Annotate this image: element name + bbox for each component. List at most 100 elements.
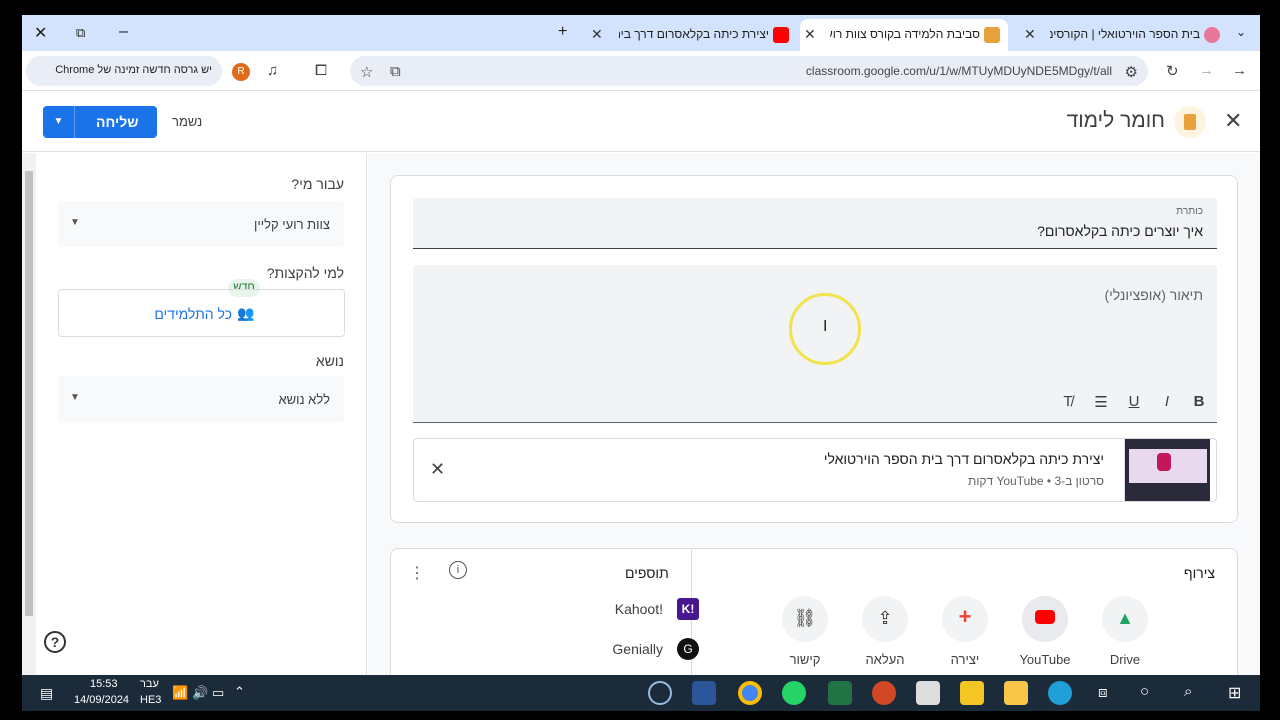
attach-button-label: Drive [1109, 652, 1141, 667]
edge-icon[interactable] [1048, 681, 1072, 705]
reload-icon[interactable]: ↻ [1166, 62, 1179, 80]
address-bar[interactable]: ☆ ⧉ classroom.google.com/u/1/w/MTUyMDUyN… [350, 56, 1148, 86]
cortana-icon[interactable] [648, 681, 672, 705]
underline-icon[interactable]: U [1124, 393, 1144, 410]
update-chrome-button[interactable]: יש גרסה חדשה זמינה של Chrome [26, 56, 222, 86]
addon-name: Genially [612, 641, 663, 657]
saved-status: נשמר [172, 114, 203, 129]
keyboard-layout[interactable]: HE3 [140, 694, 161, 706]
battery-icon[interactable]: ▭ [212, 685, 224, 701]
topic-select-value: ללא נושא [278, 392, 330, 407]
bookmark-star-icon[interactable]: ☆ [360, 63, 373, 81]
help-icon[interactable]: ? [44, 631, 66, 653]
word-icon[interactable] [692, 681, 716, 705]
plus-icon: + [942, 596, 988, 642]
start-icon[interactable]: ⊞ [1228, 683, 1241, 703]
title-field-label: כותרת [1176, 206, 1203, 217]
tab-search-icon[interactable]: ⌄ [1236, 25, 1246, 39]
all-students-button[interactable]: 👥 כל התלמידים [58, 289, 345, 337]
topic-label: נושא [315, 353, 344, 369]
install-app-icon[interactable]: ⧉ [390, 63, 401, 80]
main-content: כותרת איך יוצרים כיתה בקלאסרום? תיאור (א… [368, 153, 1260, 675]
more-vert-icon[interactable]: ⋮ [409, 563, 425, 583]
file-explorer-icon[interactable] [1004, 681, 1028, 705]
people-icon: 👥 [237, 305, 255, 321]
cursor-highlight: I [789, 293, 861, 365]
tab-virtual-school[interactable]: בית הספר הוירטואלי | הקורסים ✕ [1020, 19, 1228, 51]
info-icon[interactable]: i [449, 561, 467, 579]
bulleted-list-icon[interactable]: ☰ [1091, 393, 1111, 411]
powerpoint-icon[interactable] [872, 681, 896, 705]
task-view-icon[interactable]: ⧈ [1098, 684, 1108, 701]
tab-title: סביבת הלמידה בקורס צוות רועי [830, 27, 980, 41]
clock-date[interactable]: 14/09/2024 [74, 694, 129, 706]
clock-time[interactable]: 15:53 [90, 678, 118, 690]
network-icon[interactable]: 📶 [172, 685, 188, 701]
bold-icon[interactable]: B [1189, 393, 1209, 410]
tab-classroom[interactable]: סביבת הלמידה בקורס צוות רועי ✕ [800, 19, 1008, 51]
page-title: חומר לימוד [1066, 109, 1165, 132]
site-settings-icon[interactable]: ⚙ [1125, 63, 1138, 81]
new-tab-button[interactable]: + [558, 23, 567, 41]
profile-avatar[interactable]: R [232, 63, 250, 81]
os-taskbar: ▤ 15:53 14/09/2024 עבר HE3 📶 🔊 ▭ ⌃ ⧈ ○ ⌕… [22, 675, 1260, 711]
browser-window: ✕ ⧉ – + יצירת כיתה בקלאסרום דרך בית ✕ סב… [22, 15, 1260, 675]
update-text: יש גרסה חדשה זמינה של Chrome [55, 64, 212, 76]
whatsapp-icon[interactable] [782, 681, 806, 705]
assign-label: למי להקצות? [266, 265, 344, 281]
app-header: ▼ שליחה נשמר חומר לימוד ✕ [22, 92, 1260, 152]
excel-icon[interactable] [828, 681, 852, 705]
attach-create-button[interactable]: + יצירה [935, 596, 995, 667]
attach-button-label: קישור [789, 652, 821, 667]
clear-formatting-icon[interactable]: T̸ [1058, 393, 1078, 410]
attach-link-button[interactable]: ⛓ קישור [775, 596, 835, 667]
attach-upload-button[interactable]: ⇪ העלאה [855, 596, 915, 667]
tab-close-icon[interactable]: ✕ [591, 26, 603, 43]
kahoot-icon: K! [677, 598, 699, 620]
window-minimize-icon[interactable]: – [119, 23, 128, 41]
search-icon[interactable]: ⌕ [1184, 683, 1192, 700]
attach-button-label: העלאה [865, 652, 905, 667]
attachment-meta: סרטון ב-YouTube • 3 דקות [967, 474, 1104, 488]
attach-drive-button[interactable]: ▲ Drive [1095, 596, 1155, 667]
topic-select[interactable]: ללא נושא ▼ [58, 376, 344, 422]
back-icon[interactable]: → [1232, 62, 1247, 79]
cortana-circle-icon[interactable]: ○ [1140, 683, 1149, 700]
send-options-chevron-down-icon[interactable]: ▼ [43, 106, 75, 138]
class-select[interactable]: צוות רועי קליין ▼ [58, 201, 344, 247]
remove-attachment-icon[interactable]: ✕ [430, 459, 445, 480]
window-close-icon[interactable]: ✕ [34, 23, 47, 43]
media-control-icon[interactable]: ♫ [267, 62, 278, 79]
material-icon [1174, 106, 1206, 138]
close-icon[interactable]: ✕ [1224, 108, 1242, 134]
extensions-icon[interactable]: ⧠ [315, 62, 327, 79]
language-indicator[interactable]: עבר [140, 678, 159, 690]
title-field-value: איך יוצרים כיתה בקלאסרום? [1037, 223, 1203, 239]
url-text: classroom.google.com/u/1/w/MTUyMDUyNDE5M… [805, 64, 1112, 78]
italic-icon[interactable]: I [1157, 393, 1177, 410]
volume-icon[interactable]: 🔊 [192, 685, 208, 701]
tab-close-icon[interactable]: ✕ [804, 26, 816, 43]
tab-close-icon[interactable]: ✕ [1024, 26, 1036, 43]
tab-video[interactable]: יצירת כיתה בקלאסרום דרך בית ✕ [587, 19, 797, 51]
browser-toolbar: יש גרסה חדשה זמינה של Chrome R ♫ ⧠ ☆ ⧉ c… [22, 51, 1260, 91]
title-field[interactable]: כותרת איך יוצרים כיתה בקלאסרום? [413, 198, 1217, 249]
notifications-icon[interactable]: ▤ [40, 685, 53, 702]
addons-label: תוספים [625, 565, 669, 581]
attach-youtube-button[interactable]: YouTube [1015, 596, 1075, 667]
youtube-favicon-icon [773, 27, 789, 43]
description-field[interactable]: תיאור (אופציונלי) I B I U ☰ T̸ [413, 265, 1217, 423]
link-icon: ⛓ [782, 596, 828, 642]
tab-strip: ✕ ⧉ – + יצירת כיתה בקלאסרום דרך בית ✕ סב… [22, 15, 1260, 51]
window-restore-icon[interactable]: ⧉ [76, 25, 85, 41]
attachment-video[interactable]: יצירת כיתה בקלאסרום דרך בית הספר הוירטוא… [413, 438, 1217, 502]
send-button[interactable]: ▼ שליחה [43, 106, 157, 138]
forward-icon[interactable]: → [1199, 62, 1214, 79]
chrome-icon[interactable] [738, 681, 762, 705]
store-icon[interactable] [960, 681, 984, 705]
send-button-label: שליחה [96, 114, 139, 130]
chevron-up-icon[interactable]: ⌃ [234, 684, 245, 700]
mail-icon[interactable] [916, 681, 940, 705]
attach-button-label: YouTube [1019, 652, 1071, 667]
scrollbar[interactable] [22, 153, 36, 675]
